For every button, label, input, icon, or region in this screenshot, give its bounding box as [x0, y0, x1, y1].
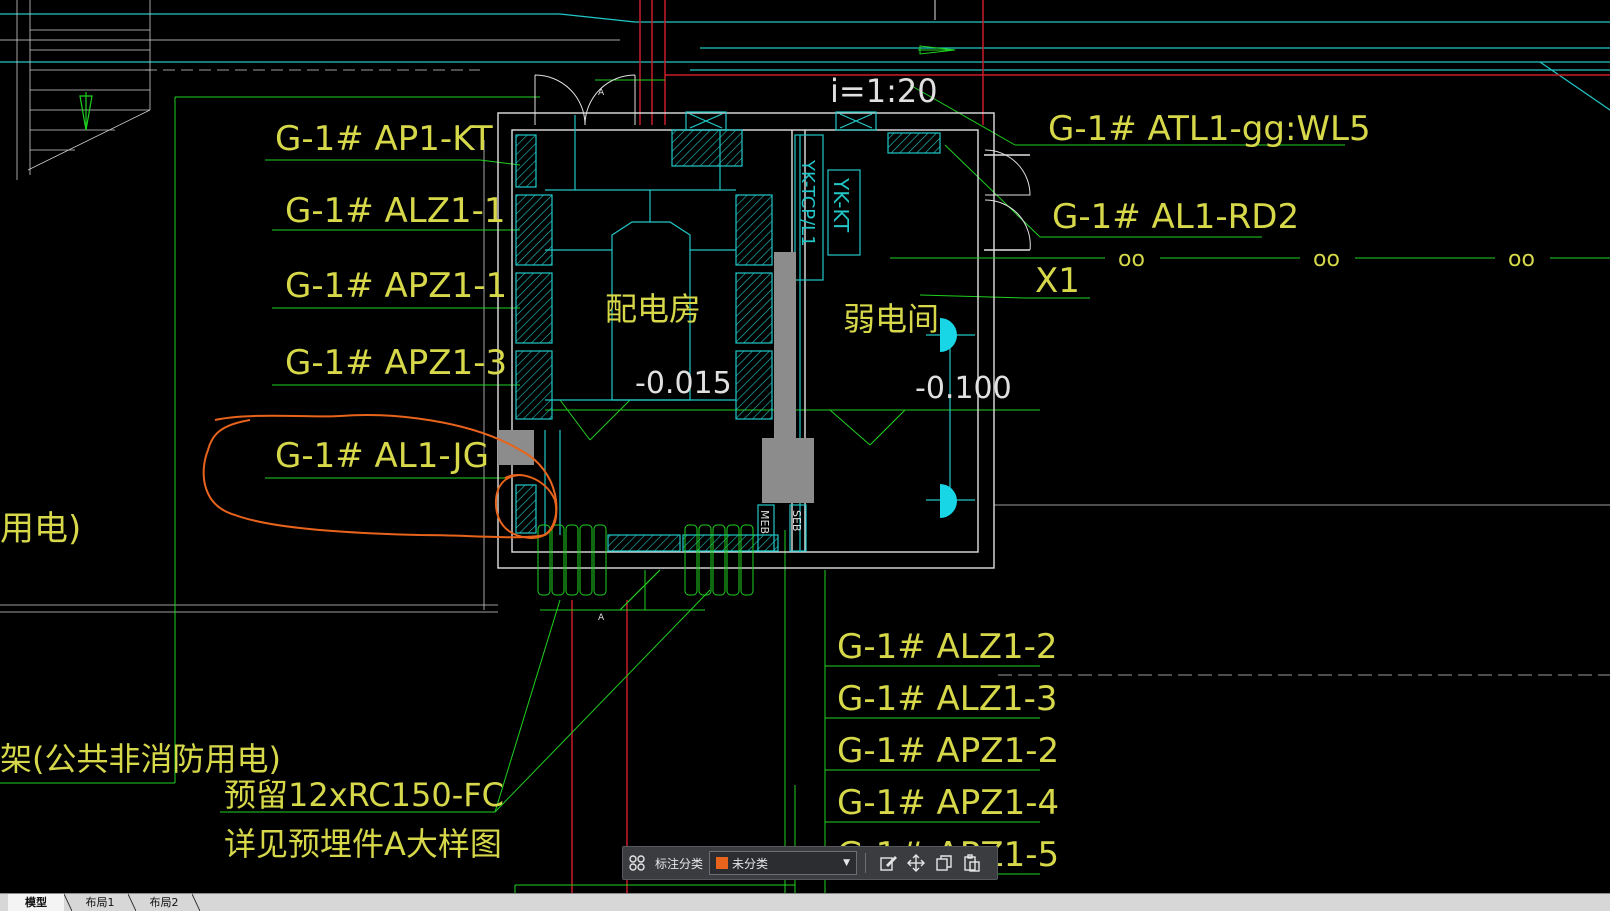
cad-drawing-canvas[interactable]: G-1# AP1-KT G-1# ALZ1-1 G-1# APZ1-1 G-1#… — [0, 0, 1610, 893]
tab-separator — [64, 894, 72, 911]
note-reserve-2: 详见预埋件A大样图 — [224, 825, 502, 863]
label-right-3: G-1# APZ1-2 — [837, 731, 1059, 771]
axis-x1-label: X1 — [1035, 261, 1080, 301]
move-icon[interactable] — [902, 849, 930, 877]
elevation-power: -0.015 — [635, 366, 732, 401]
yk-kt-label: YK-KT — [829, 177, 853, 233]
elevation-weak: -0.100 — [915, 371, 1012, 406]
label-right-2: G-1# ALZ1-3 — [837, 679, 1058, 719]
label-left-4: G-1# APZ1-3 — [285, 343, 507, 383]
edit-icon[interactable] — [874, 849, 902, 877]
tab-separator — [192, 894, 200, 911]
section-marks: A A — [598, 88, 605, 623]
annotation-category-label: 标注分类 — [655, 856, 704, 871]
label-right-1: G-1# ALZ1-2 — [837, 627, 1058, 667]
annotation-toolbar: 标注分类 未分类 ▼ — [622, 846, 998, 880]
copy-icon[interactable] — [930, 849, 958, 877]
stair-arrow-icon — [79, 92, 93, 131]
paste-icon[interactable] — [958, 849, 986, 877]
axis-bubble-1: oo — [1118, 247, 1145, 272]
chevron-down-icon: ▼ — [843, 858, 851, 868]
label-left-5: G-1# AL1-JG — [275, 436, 489, 476]
annotation-category-select[interactable]: 未分类 ▼ — [709, 851, 858, 875]
axis-bubble-3: oo — [1508, 247, 1535, 272]
axis-bubble-2: oo — [1313, 247, 1340, 272]
busbar — [774, 252, 796, 442]
axis-bubbles: oo oo oo — [1118, 247, 1535, 272]
note-tray-partial: 架(公共非消防用电) — [0, 740, 281, 778]
label-top-right-1: G-1# ATL1-gg:WL5 — [1048, 109, 1371, 149]
switchgear-cabinets — [515, 111, 975, 611]
annotation-grid-icon[interactable] — [623, 849, 651, 877]
room-name-power: 配电房 — [605, 290, 701, 328]
wall-outlet-icon — [940, 318, 957, 518]
top-building-lines — [0, 13, 1610, 111]
label-left-1: G-1# AP1-KT — [275, 119, 493, 159]
tab-separator — [128, 894, 136, 911]
label-left-2: G-1# ALZ1-1 — [285, 191, 506, 231]
section-mark-top: A — [598, 88, 605, 98]
label-left-3: G-1# APZ1-1 — [285, 266, 507, 306]
meb-label: MEB — [758, 510, 771, 534]
note-reserve-1: 预留12xRC150-FC — [224, 776, 504, 814]
tab-model[interactable]: 模型 — [8, 894, 64, 911]
seb-label: SEB — [790, 510, 803, 531]
label-right-4: G-1# APZ1-4 — [837, 783, 1059, 823]
cad-labels: G-1# AP1-KT G-1# ALZ1-1 G-1# APZ1-1 G-1#… — [0, 72, 1371, 875]
layout-tab-bar: 模型 布局1 布局2 — [0, 893, 1610, 911]
doors — [534, 74, 1031, 251]
note-left-partial: 用电) — [0, 509, 81, 549]
transformer-block — [762, 438, 814, 503]
label-top-right-2: G-1# AL1-RD2 — [1052, 197, 1299, 237]
room-name-weak: 弱电间 — [843, 300, 939, 338]
category-selected-value: 未分类 — [732, 856, 769, 871]
toolbar-divider — [865, 853, 867, 873]
category-color-swatch — [716, 857, 729, 869]
slope-label: i=1:20 — [830, 72, 938, 110]
section-mark-bottom: A — [598, 613, 605, 623]
yk-tcp-label: YK-TCP/L1 — [797, 159, 818, 247]
tab-layout-1[interactable]: 布局1 — [72, 894, 128, 911]
tab-layout-2[interactable]: 布局2 — [136, 894, 192, 911]
